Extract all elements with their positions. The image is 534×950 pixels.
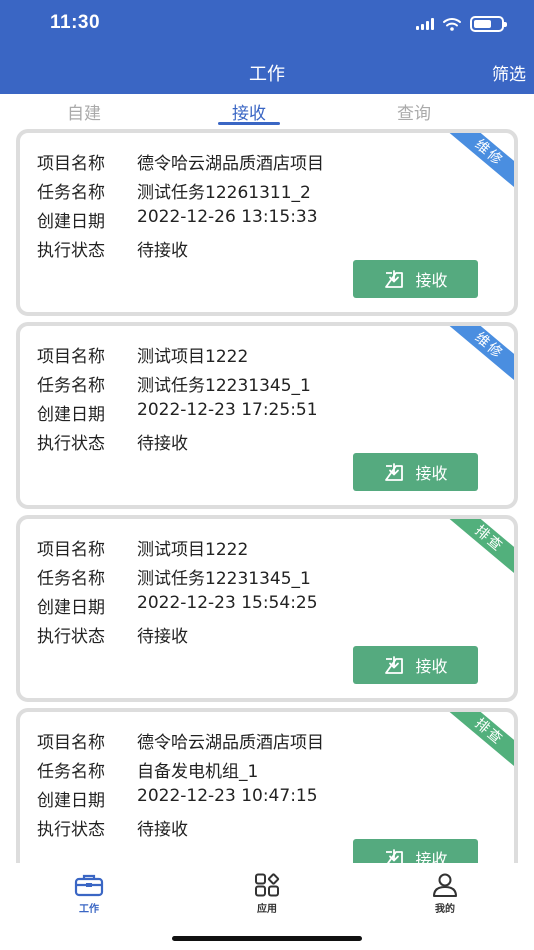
field-status: 执行状态 待接收: [37, 429, 188, 454]
field-status: 执行状态 待接收: [37, 236, 188, 261]
field-date: 创建日期 2022-12-23 10:47:15: [37, 786, 318, 811]
user-icon: [433, 873, 457, 897]
task-type-badge: 排查: [440, 519, 514, 583]
field-project: 项目名称 测试项目1222: [37, 535, 248, 560]
apps-grid-icon: [255, 873, 280, 897]
field-label: 执行状态: [37, 241, 105, 261]
field-label: 任务名称: [37, 183, 105, 203]
battery-icon: [470, 16, 507, 32]
accept-button[interactable]: 接收: [353, 453, 478, 491]
field-label: 创建日期: [37, 212, 105, 232]
task-card[interactable]: 项目名称 测试项目1222 任务名称 测试任务12231345_1 创建日期 2…: [16, 322, 518, 509]
field-label: 创建日期: [37, 598, 105, 618]
accept-button[interactable]: 接收: [353, 839, 478, 863]
field-label: 创建日期: [37, 405, 105, 425]
filter-button[interactable]: 筛选: [492, 60, 526, 85]
field-label: 创建日期: [37, 791, 105, 811]
accept-button-label: 接收: [415, 464, 448, 483]
nav-apps[interactable]: 应用: [227, 873, 307, 915]
field-task: 任务名称 测试任务12231345_1: [37, 564, 311, 589]
field-date: 创建日期 2022-12-23 17:25:51: [37, 400, 318, 425]
created-date: 2022-12-23 15:54:25: [137, 593, 318, 613]
nav-work[interactable]: 工作: [49, 873, 129, 915]
task-name: 测试任务12261311_2: [137, 183, 311, 203]
tab-self-created[interactable]: 自建: [24, 99, 144, 124]
task-type-badge: 维修: [440, 326, 514, 390]
download-box-icon: [385, 463, 404, 481]
field-date: 创建日期 2022-12-26 13:15:33: [37, 207, 318, 232]
field-project: 项目名称 德令哈云湖品质酒店项目: [37, 149, 324, 174]
home-indicator: [172, 936, 362, 941]
download-box-icon: [386, 849, 404, 863]
field-date: 创建日期 2022-12-23 15:54:25: [37, 593, 318, 618]
field-label: 任务名称: [37, 762, 105, 782]
field-label: 任务名称: [37, 569, 105, 589]
status-icons: [416, 15, 507, 33]
task-type-badge: 排查: [440, 712, 514, 776]
field-label: 任务名称: [37, 376, 105, 396]
project-name: 测试项目1222: [137, 347, 249, 367]
briefcase-icon: [74, 874, 104, 897]
active-tab-indicator: [218, 122, 280, 125]
execution-status: 待接收: [137, 241, 188, 261]
field-label: 项目名称: [37, 733, 105, 753]
field-label: 执行状态: [37, 627, 105, 647]
tab-received[interactable]: 接收: [189, 99, 309, 124]
field-label: 项目名称: [37, 347, 105, 367]
nav-label: 应用: [257, 904, 277, 915]
nav-label: 我的: [435, 904, 455, 915]
tab-query[interactable]: 查询: [354, 99, 474, 124]
task-card[interactable]: 项目名称 德令哈云湖品质酒店项目 任务名称 自备发电机组_1 创建日期 2022…: [16, 708, 518, 863]
task-list[interactable]: 项目名称 德令哈云湖品质酒店项目 任务名称 测试任务12261311_2 创建日…: [0, 126, 534, 863]
field-task: 任务名称 测试任务12231345_1: [37, 371, 311, 396]
task-name: 测试任务12231345_1: [137, 569, 311, 589]
field-project: 项目名称 测试项目1222: [37, 342, 248, 367]
project-name: 测试项目1222: [137, 540, 249, 560]
field-status: 执行状态 待接收: [37, 815, 188, 840]
accept-button[interactable]: 接收: [353, 646, 478, 684]
download-box-icon: [385, 656, 404, 674]
task-card[interactable]: 项目名称 德令哈云湖品质酒店项目 任务名称 测试任务12261311_2 创建日…: [16, 129, 518, 316]
field-task: 任务名称 自备发电机组_1: [37, 757, 258, 782]
accept-button[interactable]: 接收: [353, 260, 478, 298]
wifi-icon: [443, 18, 461, 31]
field-label: 项目名称: [37, 154, 105, 174]
nav-mine[interactable]: 我的: [405, 873, 485, 915]
task-type-badge: 维修: [440, 133, 514, 197]
accept-button-label: 接收: [415, 657, 448, 676]
project-name: 德令哈云湖品质酒店项目: [137, 154, 324, 174]
page-title: 工作: [249, 64, 285, 85]
nav-label: 工作: [79, 904, 99, 915]
signal-icon: [416, 18, 434, 30]
field-project: 项目名称 德令哈云湖品质酒店项目: [37, 728, 324, 753]
execution-status: 待接收: [137, 434, 188, 454]
accept-button-label: 接收: [415, 271, 448, 290]
field-label: 执行状态: [37, 434, 105, 454]
created-date: 2022-12-23 17:25:51: [137, 400, 318, 420]
field-task: 任务名称 测试任务12261311_2: [37, 178, 311, 203]
field-label: 执行状态: [37, 820, 105, 840]
project-name: 德令哈云湖品质酒店项目: [137, 733, 324, 753]
task-name: 测试任务12231345_1: [137, 376, 311, 396]
accept-button-label: 接收: [415, 850, 448, 863]
field-label: 项目名称: [37, 540, 105, 560]
app-header: 11:30 工作 筛选: [0, 0, 534, 94]
task-name: 自备发电机组_1: [137, 762, 259, 782]
created-date: 2022-12-23 10:47:15: [137, 786, 318, 806]
execution-status: 待接收: [137, 820, 188, 840]
created-date: 2022-12-26 13:15:33: [137, 207, 318, 227]
status-time: 11:30: [50, 12, 101, 33]
task-card[interactable]: 项目名称 测试项目1222 任务名称 测试任务12231345_1 创建日期 2…: [16, 515, 518, 702]
execution-status: 待接收: [137, 627, 188, 647]
field-status: 执行状态 待接收: [37, 622, 188, 647]
download-box-icon: [385, 270, 404, 288]
